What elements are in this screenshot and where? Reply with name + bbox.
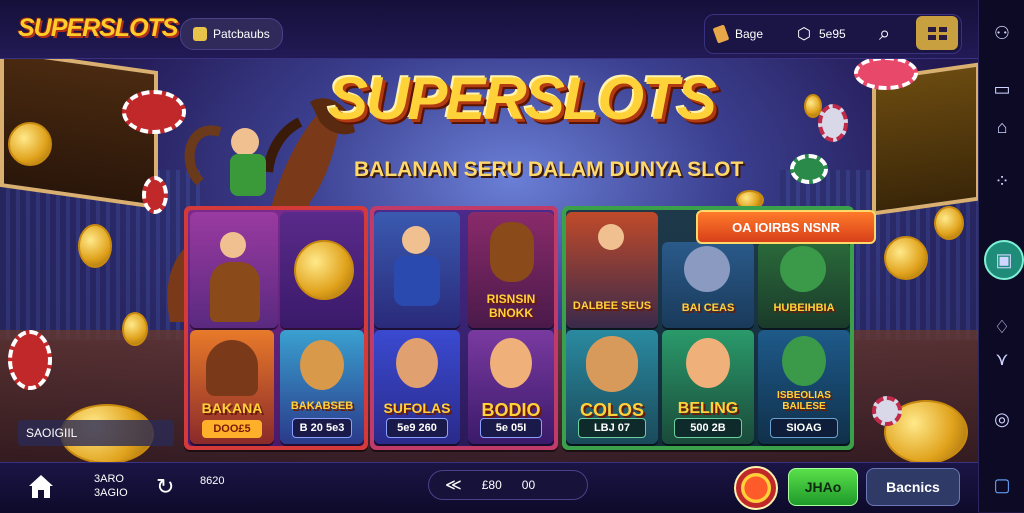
game-card-dalbee[interactable]: DALBEE SEUS	[566, 212, 658, 328]
casino-chip-decor	[818, 104, 848, 142]
card-label: SUFOLAS	[383, 400, 451, 416]
character-art	[490, 338, 532, 388]
card-top-label: BAI CEAS	[681, 302, 735, 314]
card-top-label: RISNSIN BNOKK	[486, 292, 536, 320]
promo-banner[interactable]: OA IOIRBS NSNR	[696, 210, 876, 244]
game-card-sufolas[interactable]: SUFOLAS 5e9 260	[374, 330, 460, 444]
card-label: ISBEOLIAS BAILESE	[777, 390, 831, 412]
game-card-colos[interactable]: COLOS LBJ 07	[566, 330, 658, 444]
coin-emblem	[294, 240, 354, 300]
card-label: BAKABSEB	[290, 400, 354, 412]
casino-chip-decor	[854, 56, 918, 90]
play-button[interactable]: JHAo	[788, 468, 858, 506]
reload-icon[interactable]: ↻	[156, 475, 174, 499]
compass-icon[interactable]: ◎	[987, 404, 1017, 434]
chevron-icon[interactable]: ⋎	[987, 344, 1017, 374]
secondary-button[interactable]: Bacnics	[866, 468, 960, 506]
coin-decor	[884, 236, 928, 280]
card-value: B 20 5e3	[292, 418, 352, 438]
character-art	[686, 338, 730, 388]
menu-icon[interactable]: ▭	[987, 74, 1017, 104]
app-logo[interactable]: SUPERSLOTS	[18, 14, 178, 43]
hero-subtitle: BALANAN SERU DALAM DUNYA SLOT	[354, 158, 744, 181]
casino-chip-decor	[872, 396, 902, 426]
message-icon[interactable]: ▢	[987, 470, 1017, 500]
shield-icon	[193, 27, 207, 41]
rider-art	[598, 224, 624, 250]
game-card-isbeolias[interactable]: ISBEOLIAS BAILESE SIOAG	[758, 330, 850, 444]
coin-decor	[78, 224, 112, 268]
creature-art	[780, 246, 826, 292]
coin-decor	[8, 122, 52, 166]
reload-label: 8620	[200, 475, 225, 487]
balance-button[interactable]: Bage	[712, 15, 764, 53]
game-card-bakabseb[interactable]: BAKABSEB B 20 5e3	[280, 330, 364, 444]
home-label-2: 3AGIO	[94, 487, 128, 499]
rider-art	[402, 226, 430, 254]
card-value: DOO£5	[202, 420, 262, 438]
game-card-risnsin[interactable]: RISNSIN BNOKK	[468, 212, 554, 328]
grid-menu-button[interactable]	[916, 16, 958, 50]
card-value: LBJ 07	[578, 418, 646, 438]
card-value: 5e 05I	[480, 418, 542, 438]
center-value-a: £80	[481, 478, 502, 492]
wallet-icon	[712, 24, 730, 44]
search-button[interactable]: ⌕	[879, 15, 890, 53]
back-icon[interactable]: ≪	[445, 475, 462, 495]
chat-icon[interactable]: ♢	[987, 312, 1017, 342]
center-control[interactable]: ≪ £80 00	[428, 470, 588, 500]
house-icon[interactable]: ⌂	[987, 112, 1017, 142]
casino-chip-decor	[790, 154, 828, 184]
shop-icon: ⬡	[797, 26, 811, 43]
game-card-coin[interactable]	[280, 212, 364, 328]
right-sidebar: ⚇ ▭ ⌂ ⁘ ▣ ♢ ⋎ ◎ ▢	[978, 0, 1024, 512]
jockey-art	[220, 232, 246, 258]
status-badge[interactable]: Patcbaubs	[180, 18, 283, 50]
game-card-rider[interactable]	[374, 212, 460, 328]
info-box: SAOIGIIL	[18, 420, 174, 446]
shop-button[interactable]: ⬡ 5e95	[797, 15, 846, 53]
horse-art	[206, 340, 258, 396]
coin-decor	[122, 312, 148, 346]
home-icon[interactable]	[26, 471, 56, 501]
center-value-b: 00	[521, 478, 536, 492]
horse-art	[490, 222, 534, 282]
card-top-label: HUBEIHBIA	[773, 302, 835, 314]
top-bar: SUPERSLOTS Patcbaubs Bage ⬡ 5e95 ⌕	[0, 0, 978, 59]
creature-art	[782, 336, 826, 386]
balance-label: Bage	[735, 27, 764, 41]
card-top-label: DALBEE SEUS	[572, 300, 652, 312]
horse-art	[586, 336, 638, 392]
horse-face-art	[300, 340, 344, 390]
home-label-1: 3ARO	[94, 473, 124, 485]
user-icon[interactable]: ⚇	[987, 18, 1017, 48]
coin-decor	[934, 206, 964, 240]
horse-face-art	[684, 246, 730, 292]
chip-button[interactable]	[734, 466, 778, 510]
grid-icon	[927, 26, 947, 40]
game-card-bakana[interactable]: BAKANA DOO£5	[190, 330, 274, 444]
casino-chip-decor	[8, 330, 52, 390]
card-label: BAKANA	[201, 400, 263, 416]
card-value: SIOAG	[770, 418, 838, 438]
hero-title: SUPERSLOTS	[328, 65, 717, 132]
dots-icon[interactable]: ⁘	[987, 166, 1017, 196]
search-icon: ⌕	[879, 22, 891, 45]
game-card-jockey[interactable]	[190, 212, 278, 328]
card-label: BELING	[677, 400, 739, 417]
gamepad-icon[interactable]: ▣	[984, 240, 1024, 280]
game-card-hubeihbia[interactable]: HUBEIHBIA	[758, 242, 850, 328]
card-value: 500 2B	[674, 418, 742, 438]
game-card-beling[interactable]: BELING 500 2B	[662, 330, 754, 444]
game-card-baiceas[interactable]: BAI CEAS	[662, 242, 754, 328]
game-card-bodio[interactable]: BODIO 5e 05I	[468, 330, 554, 444]
shop-label: 5e95	[818, 27, 846, 41]
card-value: 5e9 260	[386, 418, 448, 438]
status-badge-label: Patcbaubs	[213, 27, 270, 41]
character-art	[396, 338, 438, 388]
